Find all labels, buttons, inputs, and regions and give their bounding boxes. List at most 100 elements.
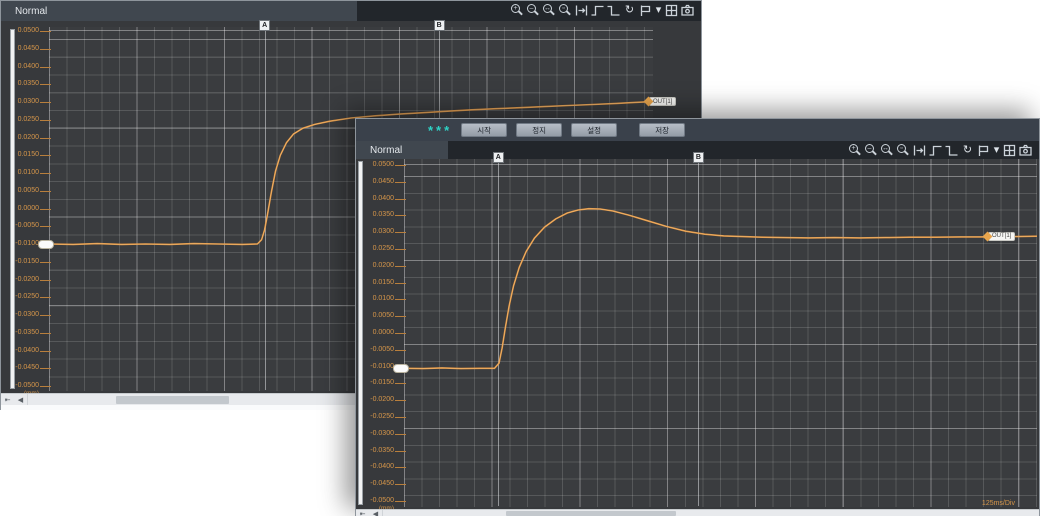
step-fall-icon[interactable]	[944, 143, 959, 158]
screen: Normal +–↔▫↻▾ 0.05000.04500.04000.03500.…	[0, 0, 1040, 516]
y-axis-tick-label: 0.0250	[5, 116, 39, 124]
zoom-selection-icon-glyph: ▫	[897, 144, 906, 153]
zoom-out-icon[interactable]: –	[526, 3, 541, 18]
y-axis-tick-label: 0.0450	[360, 178, 394, 186]
y-axis-tick-label: 0.0150	[5, 151, 39, 159]
y-axis-tick-label: 0.0500	[360, 161, 394, 169]
auto-refresh-icon-glyph: ↻	[960, 143, 975, 158]
zoom-out-icon[interactable]: –	[864, 143, 879, 158]
step-fall-icon[interactable]	[606, 3, 621, 18]
header-button-1[interactable]: 시작	[461, 123, 507, 137]
y-axis-tick-label: 0.0250	[360, 245, 394, 253]
auto-refresh-icon-glyph: ↻	[622, 3, 637, 18]
scroll-home-button[interactable]: ⇤	[1, 394, 15, 405]
grid-scale-icon[interactable]	[1002, 143, 1017, 158]
trace-start-handle[interactable]	[393, 364, 409, 373]
zoom-out-icon-glyph: –	[527, 4, 536, 13]
y-axis-tick-label: 0.0100	[5, 169, 39, 177]
zoom-out-icon-glyph: –	[865, 144, 874, 153]
y-axis-tick-label: -0.0300	[5, 311, 39, 319]
y-axis-tick-label: 0.0500	[5, 27, 39, 35]
back-tab-bar: Normal +–↔ ▫ ↻ ▾	[1, 1, 701, 22]
auto-refresh-icon[interactable]: ↻	[622, 3, 637, 18]
header-button-3[interactable]: 설정	[571, 123, 617, 137]
y-axis-tick-label: 0.0000	[5, 205, 39, 213]
y-axis-tick-label: -0.0250	[360, 413, 394, 421]
y-axis-tick-label: 0.0100	[360, 295, 394, 303]
y-axis-tick-label: 0.0400	[5, 63, 39, 71]
y-axis-tick-label: 0.0200	[360, 262, 394, 270]
zoom-in-icon[interactable]: +	[510, 3, 525, 18]
y-axis-tick-label: -0.0400	[5, 347, 39, 355]
probe-flag-icon[interactable]	[638, 3, 653, 18]
zoom-selection-icon-glyph: ▫	[559, 4, 568, 13]
scroll-home-button[interactable]: ⇤	[356, 510, 370, 516]
back-toolbar: +–↔ ▫ ↻ ▾	[510, 3, 695, 18]
front-toolbar: +–↔ ▫ ↻ ▾	[848, 143, 1033, 158]
scroll-left-button[interactable]: ◀	[14, 394, 28, 405]
probe-flag-icon[interactable]	[976, 143, 991, 158]
y-axis-tick-label: -0.0050	[360, 346, 394, 354]
y-axis-tick-label: 0.0050	[360, 312, 394, 320]
cursor-a-marker[interactable]: A	[259, 20, 270, 31]
y-axis-tick-label: 0.0200	[5, 134, 39, 142]
header-button-2[interactable]: 정지	[516, 123, 562, 137]
grid-scale-icon[interactable]	[664, 3, 679, 18]
tab-normal[interactable]: Normal	[356, 141, 448, 159]
y-axis-tick-label: -0.0400	[360, 463, 394, 471]
y-axis-tick-label: 0.0400	[360, 195, 394, 203]
cursor-b-marker[interactable]: B	[434, 20, 445, 31]
fit-width-icon[interactable]	[574, 3, 589, 18]
header-button-group: 시작 정지 설정 저장	[452, 123, 685, 137]
y-axis-tick-label: -0.0500	[360, 497, 394, 505]
auto-refresh-icon[interactable]: ↻	[960, 143, 975, 158]
front-scope-window: *** 시작정지설정저장 Normal +–↔▫↻▾ 125ms/Div 0.0…	[355, 118, 1040, 516]
y-axis-tick-label: 0.0000	[360, 329, 394, 337]
front-header-bar: *** 시작정지설정저장	[356, 119, 1039, 141]
y-axis-tick-label: -0.0150	[360, 379, 394, 387]
y-axis-tick-label: 0.0050	[5, 187, 39, 195]
y-axis-tick-label: -0.0200	[360, 396, 394, 404]
step-rise-icon[interactable]	[590, 3, 605, 18]
y-axis-tick-label: 0.0300	[5, 98, 39, 106]
zoom-selection-icon[interactable]: ▫	[896, 143, 911, 158]
tab-normal[interactable]: Normal	[1, 1, 357, 21]
zoom-horizontal-icon[interactable]: ↔	[542, 3, 557, 18]
scrollbar-thumb[interactable]	[116, 396, 229, 404]
zoom-horizontal-icon[interactable]: ↔	[880, 143, 895, 158]
scroll-left-button[interactable]: ◀	[369, 510, 383, 516]
zoom-in-icon[interactable]: +	[848, 143, 863, 158]
scrollbar-thumb[interactable]	[506, 511, 676, 516]
y-axis-tick-label: -0.0450	[360, 480, 394, 488]
dropdown-caret-icon[interactable]: ▾	[992, 143, 1001, 158]
y-axis-tick-label: -0.0150	[5, 258, 39, 266]
cursor-b-marker[interactable]: B	[693, 152, 704, 163]
screenshot-icon[interactable]	[680, 3, 695, 18]
zoom-in-icon-glyph: +	[511, 4, 520, 13]
dropdown-caret-icon-glyph: ▾	[992, 143, 1001, 158]
y-axis-tick-label: -0.0300	[360, 430, 394, 438]
y-axis-tick-label: 0.0350	[5, 80, 39, 88]
front-horizontal-scrollbar[interactable]: ⇤ ◀	[356, 509, 1039, 516]
y-axis-tick-label: 0.0350	[360, 211, 394, 219]
y-axis-tick-label: -0.0200	[5, 276, 39, 284]
cursor-a-marker[interactable]: A	[493, 152, 504, 163]
y-axis-tick-label: 0.0150	[360, 279, 394, 287]
y-axis-tick-label: -0.0100	[5, 240, 39, 248]
front-plot-area: 125ms/Div 0.05000.04500.04000.03500.0300…	[356, 159, 1039, 511]
fit-width-icon[interactable]	[912, 143, 927, 158]
zoom-selection-icon[interactable]: ▫	[558, 3, 573, 18]
zoom-horizontal-icon-glyph: ↔	[543, 4, 552, 13]
y-axis-tick-label: 0.0300	[360, 228, 394, 236]
zoom-horizontal-icon-glyph: ↔	[881, 144, 890, 153]
screenshot-icon[interactable]	[1018, 143, 1033, 158]
header-button-4[interactable]: 저장	[639, 123, 685, 137]
y-axis-tick-label: -0.0350	[5, 329, 39, 337]
dropdown-caret-icon-glyph: ▾	[654, 3, 663, 18]
y-axis-tick-label: -0.0450	[5, 364, 39, 372]
trace-start-handle[interactable]	[38, 240, 54, 249]
zoom-in-icon-glyph: +	[849, 144, 858, 153]
waveform-trace	[404, 159, 1037, 507]
step-rise-icon[interactable]	[928, 143, 943, 158]
dropdown-caret-icon[interactable]: ▾	[654, 3, 663, 18]
